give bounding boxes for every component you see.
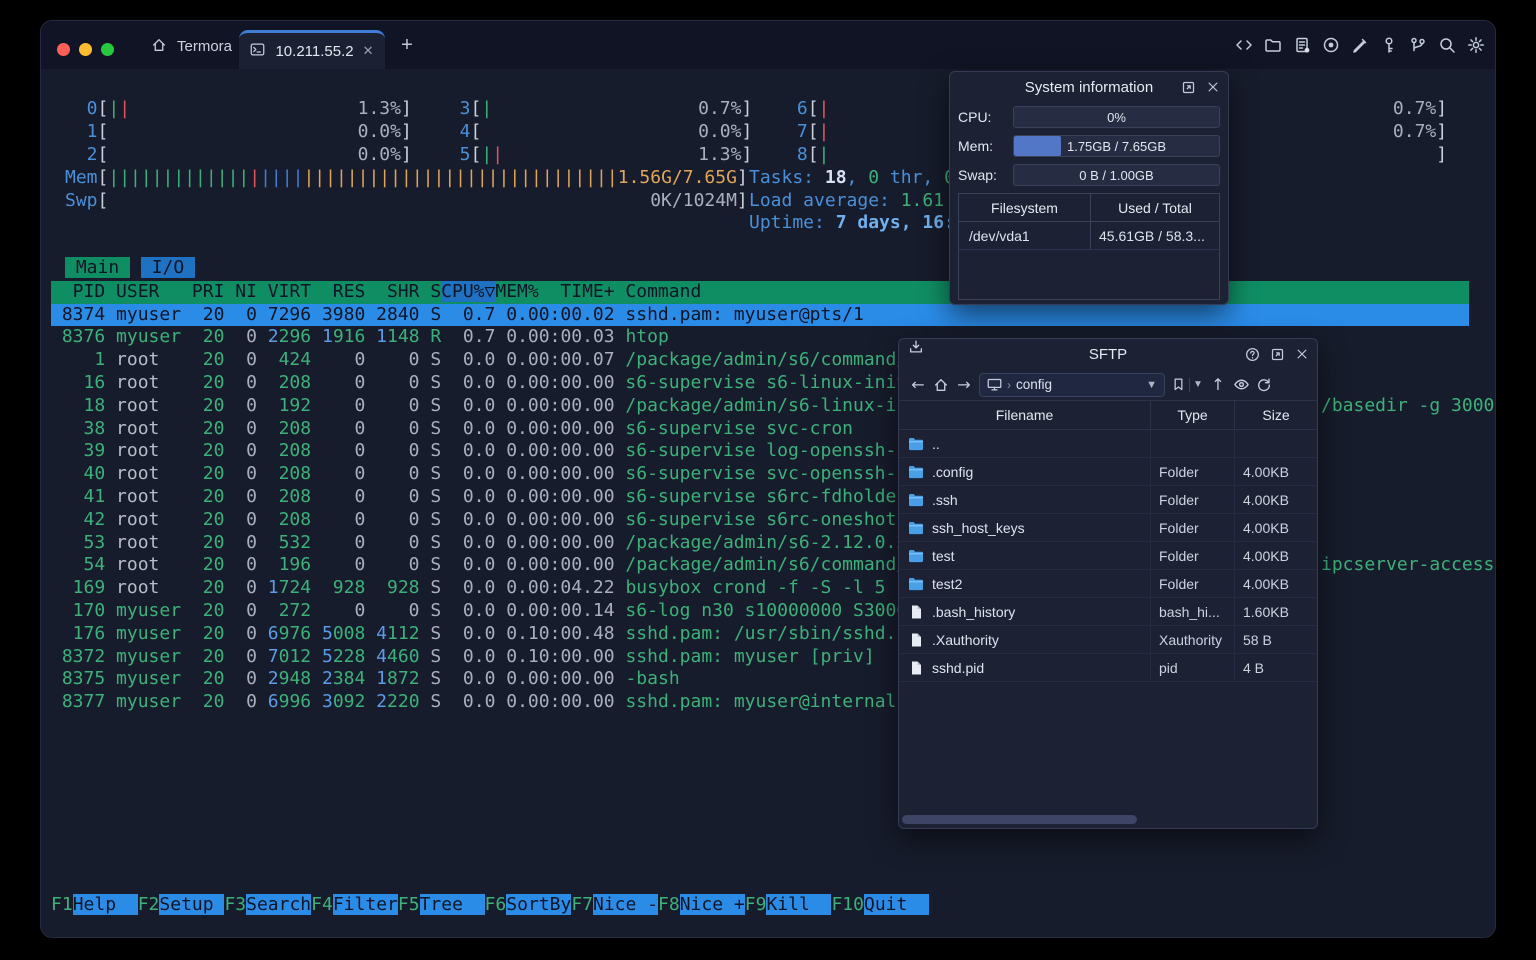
process-row[interactable]: 53 root 20 0 532 0 0 S 0.0 0.00:00.00 /p… (51, 532, 940, 555)
file-row[interactable]: ssh_host_keys Folder 4.00KB (899, 514, 1317, 542)
command-fragment: ipcserver-access (1321, 554, 1495, 576)
folder-icon (908, 465, 924, 479)
back-icon[interactable]: ← (909, 375, 927, 394)
cpu-meter-4: 4[ 0.0%] (438, 121, 753, 143)
show-hidden-eye-icon[interactable] (1233, 376, 1250, 393)
process-row[interactable]: 8377 myuser 20 0 6996 3092 2220 S 0.0 0.… (51, 691, 940, 714)
scrollbar-thumb[interactable] (902, 815, 1137, 824)
path-segment: config (1016, 377, 1053, 392)
process-row[interactable]: 1 root 20 0 424 0 0 S 0.0 0.00:00.07 /pa… (51, 349, 939, 372)
process-row[interactable]: 8372 myuser 20 0 7012 5228 4460 S 0.0 0.… (51, 646, 875, 669)
system-meter: Swap: 0 B / 1.00GB (958, 164, 1220, 186)
bookmark-icon[interactable] (1171, 377, 1186, 392)
close-icon[interactable] (1295, 347, 1309, 361)
path-input[interactable]: › config ▼ (979, 372, 1165, 397)
open-in-window-icon[interactable] (1270, 347, 1285, 362)
type-col-header[interactable]: Type (1150, 401, 1234, 429)
file-icon (908, 605, 924, 619)
system-information-panel: System information CPU: 0% Mem: 1.75GB / 7.… (949, 71, 1229, 305)
home-icon[interactable] (933, 377, 949, 393)
process-row[interactable]: 8374 myuser 20 0 7296 3980 2840 S 0.7 0.… (51, 303, 1469, 327)
size-col-header[interactable]: Size (1234, 401, 1317, 429)
process-row[interactable]: 42 root 20 0 208 0 0 S 0.0 0.00:00.00 s6… (51, 509, 940, 532)
filesystem-table: Filesystem Used / Total /dev/vda1 45.61GB… (958, 193, 1220, 300)
process-row[interactable]: 8375 myuser 20 0 2948 2384 1872 S 0.0 0.… (51, 668, 680, 691)
chevron-down-icon[interactable]: ▼ (1146, 379, 1157, 391)
folder-icon (908, 437, 924, 451)
file-row[interactable]: test Folder 4.00KB (899, 542, 1317, 570)
bookmark-dropdown-icon[interactable]: ▼ (1193, 379, 1203, 390)
path-separator: › (1007, 377, 1011, 392)
file-row[interactable]: .config Folder 4.00KB (899, 458, 1317, 486)
forward-icon[interactable]: → (955, 375, 973, 394)
filesystem-row[interactable]: /dev/vda1 45.61GB / 58.3... (959, 222, 1219, 250)
computer-icon (987, 377, 1002, 392)
filesystem-col-header: Filesystem (991, 199, 1058, 216)
cpu-meter-5: 5[|| 1.3%] (438, 144, 753, 165)
sftp-panel: SFTP ← → › config ▼ ▼ ↑ Filename Type Si… (898, 338, 1318, 829)
system-information-title: System information (1024, 78, 1154, 96)
system-meter: Mem: 1.75GB / 7.65GB (958, 135, 1220, 157)
swp-meter: Swp[ 0K/1024M] (65, 189, 748, 211)
folder-icon (908, 493, 924, 507)
process-row[interactable]: 169 root 20 0 1724 928 928 S 0.0 0.00:04… (51, 577, 886, 600)
process-row[interactable]: 39 root 20 0 208 0 0 S 0.0 0.00:00.00 s6… (51, 440, 940, 463)
uptime-line: Uptime: 7 days, 16:28 (749, 212, 977, 234)
horizontal-scrollbar[interactable] (902, 815, 1314, 824)
cpu-meter-2: 2[ 0.0%] (65, 144, 412, 165)
file-row[interactable]: .Xauthority Xauthority 58 B (899, 626, 1317, 654)
download-icon[interactable] (908, 339, 924, 355)
process-row[interactable]: 54 root 20 0 196 0 0 S 0.0 0.00:00.00 /p… (51, 554, 940, 577)
htop-view-tabs[interactable]: Main I/O (65, 256, 196, 280)
process-row[interactable]: 8376 myuser 20 0 2296 1916 1148 R 0.7 0.… (51, 326, 669, 349)
filename-col-header[interactable]: Filename (899, 407, 1150, 423)
parent-directory-icon[interactable]: ↑ (1209, 375, 1227, 394)
mem-meter: Mem[||||||||||||||||||||||||||||||||||||… (65, 166, 748, 188)
file-row[interactable]: .. (899, 430, 1317, 458)
help-icon[interactable] (1245, 347, 1260, 362)
sftp-nav-bar: ← → › config ▼ ▼ ↑ (899, 369, 1317, 400)
file-row[interactable]: .ssh Folder 4.00KB (899, 486, 1317, 514)
process-row[interactable]: 170 myuser 20 0 272 0 0 S 0.0 0.00:00.14… (51, 600, 940, 623)
folder-icon (908, 549, 924, 563)
command-fragment: /basedir -g 3000 (1321, 394, 1495, 416)
used-total-col-header: Used / Total (1090, 194, 1219, 221)
process-row[interactable]: 18 root 20 0 192 0 0 S 0.0 0.00:00.00 /p… (51, 395, 940, 418)
process-row[interactable]: 40 root 20 0 208 0 0 S 0.0 0.00:00.00 s6… (51, 463, 940, 486)
process-table-header[interactable]: PID USER PRI NI VIRT RES SHR SCPU%▽MEM% … (51, 280, 1469, 304)
refresh-icon[interactable] (1256, 377, 1272, 393)
file-list: .. .config Folder 4.00KB .ssh Folder 4.00KB ssh… (899, 430, 1317, 682)
cpu-meter-0: 0[|| 1.3%] (65, 98, 412, 120)
process-row[interactable]: 41 root 20 0 208 0 0 S 0.0 0.00:00.00 s6… (51, 486, 908, 509)
app-window: Termora 10.211.55.2 ✕ + 0[|| 1.3%] 1[0.… (40, 20, 1496, 938)
process-row[interactable]: 176 myuser 20 0 6976 5008 4112 S 0.0 0.1… (51, 623, 929, 646)
system-meter: CPU: 0% (958, 106, 1220, 128)
file-row[interactable]: .bash_history bash_hi... 1.60KB (899, 598, 1317, 626)
folder-icon (908, 521, 924, 535)
file-icon (908, 633, 924, 647)
cpu-meter-1: 1[ 0.0%] (65, 121, 412, 143)
file-table-header: Filename Type Size (899, 400, 1317, 430)
file-row[interactable]: sshd.pid pid 4 B (899, 654, 1317, 682)
process-row[interactable]: 38 root 20 0 208 0 0 S 0.0 0.00:00.00 s6… (51, 418, 854, 441)
sftp-title: SFTP (1088, 345, 1128, 363)
folder-icon (908, 577, 924, 591)
process-row[interactable]: 16 root 20 0 208 0 0 S 0.0 0.00:00.00 s6… (51, 372, 940, 395)
close-icon[interactable] (1206, 80, 1220, 94)
function-key-bar[interactable]: F1Help F2Setup F3SearchF4FilterF5Tree F6… (51, 894, 930, 917)
system-meters: CPU: 0% Mem: 1.75GB / 7.65GB Swap: 0 B / 1.00… (950, 102, 1228, 186)
file-icon (908, 661, 924, 675)
cpu-meter-3: 3[| 0.7%] (438, 98, 753, 120)
file-row[interactable]: test2 Folder 4.00KB (899, 570, 1317, 598)
open-in-window-icon[interactable] (1181, 80, 1196, 95)
